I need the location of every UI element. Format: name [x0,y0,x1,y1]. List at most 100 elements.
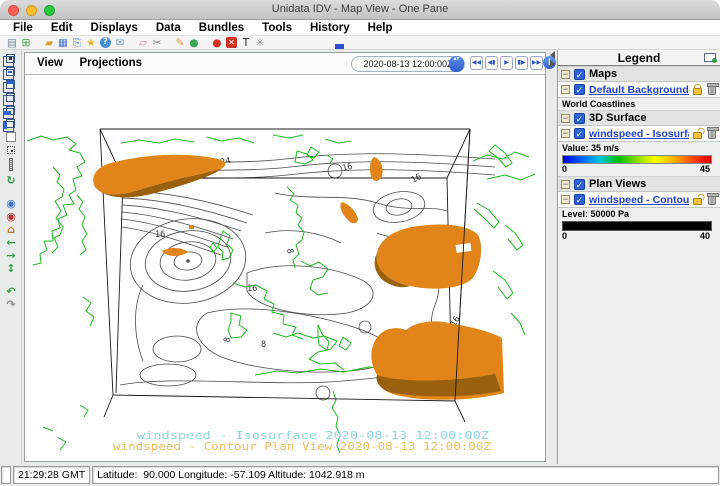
menu-projections[interactable]: Projections [79,53,142,69]
content-area: ↻ ◉ ◉ ⌂ ← → ↕ ↶ ↷ View Projections 2020-… [0,50,720,464]
draw-icon[interactable]: ✎ [173,37,187,49]
expand-right-icon[interactable] [550,60,555,68]
show-dashboard-icon[interactable]: ▤ [5,37,19,49]
collapse-icon[interactable]: − [561,180,570,189]
collapse-icon[interactable]: − [561,85,570,94]
eraser-icon[interactable]: ▱ [136,37,150,49]
record-icon[interactable]: ● [210,37,224,49]
collapse-icon[interactable]: − [561,129,570,138]
pan-vertical-icon[interactable]: ↕ [0,262,22,275]
probe-icon[interactable] [7,146,15,154]
collapse-left-icon[interactable] [550,51,555,59]
save-bundle-icon[interactable]: ▦ [56,37,70,49]
delete-icon[interactable]: ✕ [226,37,237,48]
step-back-button[interactable]: ◀▮ [485,56,498,70]
scale-max: 45 [700,164,710,174]
default-maps-checkbox[interactable] [574,84,585,95]
map-view-panel: View Projections 2020-08-13 12:00:00Z ▴▾… [24,52,546,462]
time-value: 2020-08-13 12:00:00Z [363,59,452,69]
favorites-icon[interactable]: ★ [84,37,98,49]
isosurface-colorbar-wrap [558,154,720,164]
step-forward-button[interactable]: ▮▶ [515,56,528,70]
contour-plan-link[interactable]: windspeed - Contour Pl... [589,194,689,206]
view-cube-rotate-icon[interactable] [6,67,15,76]
blank-view-icon[interactable] [6,132,16,142]
globe-pointer-icon[interactable]: ◉ [0,210,22,223]
legend-item-isosurface: − windspeed - Isosurface [558,126,720,142]
legend-section-plan-views: − Plan Views [558,176,720,192]
float-legend-icon[interactable] [704,53,716,62]
isosurface-checkbox[interactable] [574,128,585,139]
first-frame-button[interactable]: ◀◀ [470,56,483,70]
help-icon[interactable]: ? [100,37,111,48]
status-bar: 21:29:28 GMT Latitude: 90.000 Longitude:… [0,464,720,486]
isosurface-link[interactable]: windspeed - Isosurface [589,128,689,140]
unlock-icon[interactable] [693,132,702,139]
legend-section-3d-surface: − 3D Surface [558,110,720,126]
menu-help[interactable]: Help [359,22,402,34]
collapse-icon[interactable]: − [561,114,570,123]
maps-checkbox[interactable] [574,69,585,80]
collapse-icon[interactable]: − [561,70,570,79]
svg-text:8: 8 [222,336,233,344]
app-window: Unidata IDV - Map View - One Pane File E… [0,0,720,486]
clock-display: 21:29:28 GMT [13,466,90,484]
menu-bundles[interactable]: Bundles [190,22,253,34]
last-frame-button[interactable]: ▶▶ [530,56,543,70]
view-cube-top-icon[interactable] [6,80,15,89]
menu-bar: File Edit Displays Data Bundles Tools Hi… [0,20,720,36]
zoom-globe-icon[interactable]: ◉ [0,197,22,210]
svg-text:16: 16 [155,230,165,240]
redo-icon[interactable]: ↷ [0,298,22,311]
lock-icon[interactable] [693,88,702,95]
trash-icon[interactable] [708,129,716,139]
home-icon[interactable]: ⌂ [0,223,22,236]
new-display-icon[interactable]: ⊞ [19,37,33,49]
time-spinner-icon[interactable]: ▴▾ [449,56,464,72]
time-select[interactable]: 2020-08-13 12:00:00Z ▴▾ [351,56,465,72]
section-label: 3D Surface [589,112,646,124]
collapse-icon[interactable]: − [561,195,570,204]
pan-right-icon[interactable]: → [0,249,22,262]
menu-file[interactable]: File [4,22,42,34]
display-titles: windspeed - Isosurface 2020-08-13 12:00:… [113,429,491,453]
view-cube-perspective-icon[interactable] [6,93,15,102]
view-panel-menubar: View Projections 2020-08-13 12:00:00Z ▴▾… [25,53,545,75]
menu-data[interactable]: Data [147,22,190,34]
svg-text:8: 8 [284,248,295,255]
vertical-scale-icon[interactable] [9,158,13,171]
map-3d-view[interactable]: 24 16 16 16 8 16 8 8 16 [25,75,545,461]
view-cube-front-icon[interactable] [6,106,15,115]
unlock-icon[interactable] [693,198,702,205]
contour-title: windspeed - Contour Plan View 2020-08-13… [113,440,491,453]
menu-view[interactable]: View [37,53,63,69]
scale-max: 40 [700,231,710,241]
trash-icon[interactable] [708,85,716,95]
open-bundle-icon[interactable]: ▰ [42,37,56,49]
pan-left-icon[interactable]: ← [0,236,22,249]
rotate-icon[interactable]: ↻ [0,174,22,187]
settings-icon[interactable]: ✳ [253,37,267,49]
support-icon[interactable]: ✉ [113,37,127,49]
globe-icon[interactable]: ● [187,37,201,49]
copy-icon[interactable]: ⎘ [70,37,84,49]
cut-icon[interactable]: ✂ [150,37,164,49]
legend-header: Legend [558,50,720,66]
default-maps-link[interactable]: Default Background Maps [589,84,689,96]
plan-views-checkbox[interactable] [574,179,585,190]
surface-checkbox[interactable] [574,113,585,124]
view-cube-edit-icon[interactable] [6,54,15,63]
view-cube-side-icon[interactable] [6,119,15,128]
play-button[interactable]: ▶ [500,56,513,70]
contour-level-label: Level: 50000 Pa [558,208,720,220]
panel-splitter[interactable] [548,50,557,464]
undo-icon[interactable]: ↶ [0,285,22,298]
menu-edit[interactable]: Edit [42,22,82,34]
menu-history[interactable]: History [301,22,359,34]
trash-icon[interactable] [708,195,716,205]
legend-item-default-maps: − Default Background Maps [558,82,720,98]
text-icon[interactable]: T [239,37,253,49]
menu-displays[interactable]: Displays [82,22,147,34]
contour-plan-checkbox[interactable] [574,194,585,205]
menu-tools[interactable]: Tools [253,22,301,34]
